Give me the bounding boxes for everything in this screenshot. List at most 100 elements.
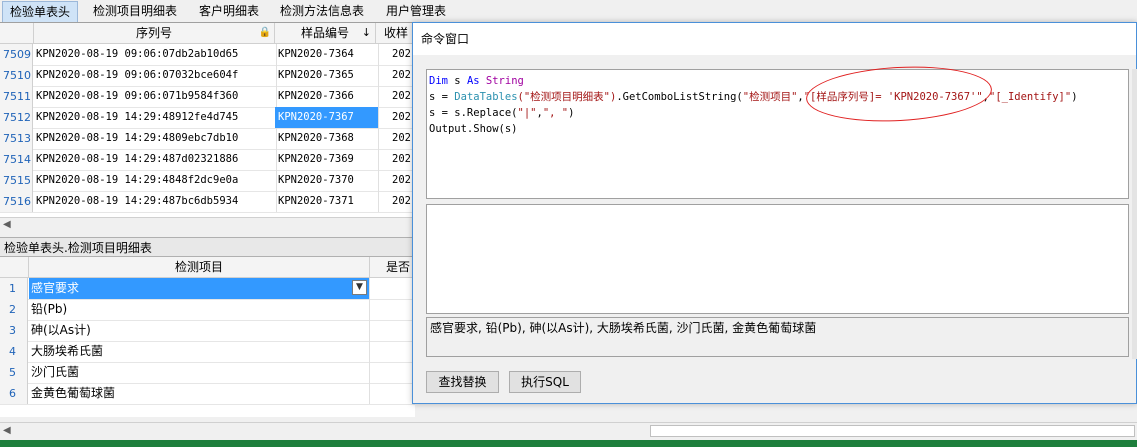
table-row[interactable]: 7516 KPN2020-08-19 14:29:487bc6db5934 KP… — [0, 191, 415, 213]
cell-recv[interactable]: 202 — [376, 86, 415, 107]
cell-serial[interactable]: KPN2020-08-19 14:29:4848f2dc9e0a — [34, 170, 277, 191]
row-number: 6 — [0, 383, 28, 404]
cell-serial[interactable]: KPN2020-08-19 14:29:487bc6db5934 — [34, 191, 277, 212]
row-number: 1 — [0, 278, 28, 299]
table-row[interactable]: 7510 KPN2020-08-19 09:06:07032bce604f KP… — [0, 65, 415, 87]
bottom-horizontal-scrollbar[interactable]: ◀ — [0, 422, 1137, 440]
cell-test-item[interactable]: 铅(Pb) — [29, 299, 370, 320]
code-token: String — [479, 75, 524, 87]
code-token: s — [447, 75, 467, 87]
code-token: ", " — [542, 107, 569, 119]
status-bar — [0, 440, 1137, 447]
row-number: 7513 — [0, 128, 33, 149]
table-row[interactable]: 7511 KPN2020-08-19 09:06:071b9584f360 KP… — [0, 86, 415, 108]
code-token: "|" — [517, 107, 537, 119]
code-token: "[_Identify]" — [989, 91, 1072, 103]
table-row[interactable]: 6 金黄色葡萄球菌 — [0, 383, 415, 405]
grid-header: 检测项目 是否 — [0, 257, 415, 278]
row-number: 4 — [0, 341, 28, 362]
cell-sample-selected[interactable]: KPN2020-7367 — [275, 107, 379, 128]
code-line: Output.Show(s) — [429, 121, 1126, 137]
column-header-test-item[interactable]: 检测项目 — [29, 257, 370, 277]
table-row[interactable]: 7515 KPN2020-08-19 14:29:4848f2dc9e0a KP… — [0, 170, 415, 192]
cell-sample[interactable]: KPN2020-7371 — [275, 191, 379, 212]
cell-test-item[interactable]: 大肠埃希氏菌 — [29, 341, 370, 362]
cell-serial[interactable]: KPN2020-08-19 14:29:4809ebc7db10 — [34, 128, 277, 149]
column-header-recv[interactable]: 收样 — [376, 23, 415, 43]
cell-test-item[interactable]: 沙门氏菌 — [29, 362, 370, 383]
table-row[interactable]: 7509 KPN2020-08-19 09:06:07db2ab10d65 KP… — [0, 44, 415, 66]
lock-icon: 🔒 — [258, 27, 271, 38]
code-token: "检测项目" — [742, 91, 798, 103]
tab-test-items[interactable]: 检测项目明细表 — [86, 1, 184, 21]
cell-recv[interactable]: 202 — [376, 65, 415, 86]
code-token: As — [466, 75, 480, 87]
scroll-left-icon[interactable]: ◀ — [3, 219, 11, 230]
cell-recv[interactable]: 202 — [376, 191, 415, 212]
table-row[interactable]: 7514 KPN2020-08-19 14:29:487d02321886 KP… — [0, 149, 415, 171]
combo-cell-selected[interactable]: 感官要求 ▼ — [29, 278, 370, 299]
table-row[interactable]: 1 感官要求 ▼ — [0, 278, 415, 300]
tab-test-methods[interactable]: 检测方法信息表 — [273, 1, 371, 21]
scroll-thumb[interactable] — [650, 425, 1135, 437]
cell-serial[interactable]: KPN2020-08-19 14:29:48912fe4d745 — [34, 107, 277, 128]
code-token: ("检测项目明细表") — [517, 91, 617, 103]
row-number: 7511 — [0, 86, 33, 107]
table-row[interactable]: 5 沙门氏菌 — [0, 362, 415, 384]
table-row[interactable]: 4 大肠埃希氏菌 — [0, 341, 415, 363]
execute-sql-button[interactable]: 执行SQL — [509, 371, 581, 393]
cell-recv[interactable]: 202 — [376, 44, 415, 65]
cell-serial[interactable]: KPN2020-08-19 09:06:071b9584f360 — [34, 86, 277, 107]
code-editor[interactable]: Dim s As String s = DataTables("检测项目明细表")… — [426, 69, 1129, 199]
row-number: 7509 — [0, 44, 33, 65]
cell-recv[interactable]: 202 — [376, 107, 415, 128]
code-line: s = s.Replace("|",", ") — [429, 105, 1126, 121]
cell-test-item[interactable]: 金黄色葡萄球菌 — [29, 383, 370, 404]
row-number: 3 — [0, 320, 28, 341]
cell-sample[interactable]: KPN2020-7370 — [275, 170, 379, 191]
cell-recv[interactable]: 202 — [376, 128, 415, 149]
column-header-whether[interactable]: 是否 — [370, 257, 415, 277]
code-token: .GetComboListString( — [616, 91, 743, 103]
scroll-left-icon[interactable]: ◀ — [3, 425, 11, 436]
cell-serial[interactable]: KPN2020-08-19 09:06:07032bce604f — [34, 65, 277, 86]
cell-serial[interactable]: KPN2020-08-19 09:06:07db2ab10d65 — [34, 44, 277, 65]
tab-users[interactable]: 用户管理表 — [379, 1, 453, 21]
cell-recv[interactable]: 202 — [376, 170, 415, 191]
cell-sample[interactable]: KPN2020-7366 — [275, 86, 379, 107]
row-number: 7515 — [0, 170, 33, 191]
cell-recv[interactable]: 202 — [376, 149, 415, 170]
row-number: 7510 — [0, 65, 33, 86]
cell-test-item[interactable]: 砷(以As计) — [29, 320, 370, 341]
row-number-header — [0, 23, 34, 43]
test-items-grid[interactable]: 检测项目 是否 1 感官要求 ▼ 2 铅(Pb) 3 砷(以As计) 4 大肠埃… — [0, 257, 415, 417]
table-row[interactable]: 3 砷(以As计) — [0, 320, 415, 342]
dialog-title: 命令窗口 — [413, 23, 1136, 55]
top-grid-horizontal-scrollbar[interactable]: ◀ — [0, 217, 415, 236]
relation-label: 检验单表头.检测项目明细表 — [0, 237, 415, 257]
cell-sample[interactable]: KPN2020-7369 — [275, 149, 379, 170]
tab-inspection-header[interactable]: 检验单表头 — [2, 1, 79, 22]
side-panel-edge — [1132, 69, 1137, 359]
cell-sample[interactable]: KPN2020-7368 — [275, 128, 379, 149]
output-text[interactable]: 感官要求, 铅(Pb), 砷(以As计), 大肠埃希氏菌, 沙门氏菌, 金黄色葡… — [426, 317, 1129, 357]
column-header-sample[interactable]: 样品编号 ↓ — [275, 23, 376, 43]
inspection-header-grid[interactable]: 序列号 🔒 样品编号 ↓ 收样 7509 KPN2020-08-19 09:06… — [0, 22, 415, 218]
table-row[interactable]: 2 铅(Pb) — [0, 299, 415, 321]
table-row[interactable]: 7512 KPN2020-08-19 14:29:48912fe4d745 KP… — [0, 107, 415, 129]
tab-customers[interactable]: 客户明细表 — [192, 1, 266, 21]
cell-sample[interactable]: KPN2020-7365 — [275, 65, 379, 86]
find-replace-button[interactable]: 查找替换 — [426, 371, 499, 393]
chevron-down-icon[interactable]: ▼ — [352, 280, 367, 295]
sort-down-icon: ↓ — [361, 26, 371, 39]
code-line: Dim s As String — [429, 73, 1126, 89]
code-token: Output.Show(s) — [429, 123, 518, 135]
row-number: 7516 — [0, 191, 33, 212]
cell-sample[interactable]: KPN2020-7364 — [275, 44, 379, 65]
result-area[interactable] — [426, 204, 1129, 314]
cell-serial[interactable]: KPN2020-08-19 14:29:487d02321886 — [34, 149, 277, 170]
table-row[interactable]: 7513 KPN2020-08-19 14:29:4809ebc7db10 KP… — [0, 128, 415, 150]
column-header-serial[interactable]: 序列号 🔒 — [34, 23, 275, 43]
code-token: DataTables — [454, 91, 518, 103]
column-header-sample-label: 样品编号 — [300, 26, 349, 40]
